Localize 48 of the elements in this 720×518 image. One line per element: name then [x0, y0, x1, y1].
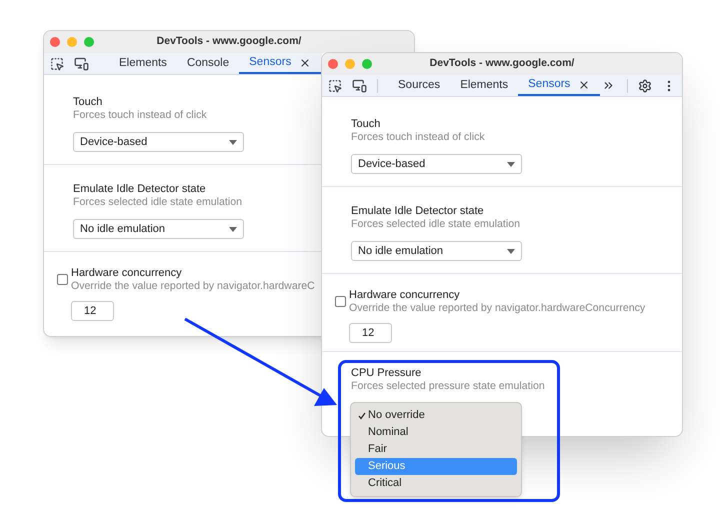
inspect-icon[interactable] [50, 56, 64, 70]
device-toolbar-icon[interactable] [74, 56, 89, 71]
menu-item[interactable]: No override [355, 407, 517, 424]
settings-icon[interactable] [638, 78, 652, 92]
section-title: Hardware concurrency [71, 267, 183, 280]
checkbox[interactable] [57, 274, 68, 285]
tab[interactable]: Sensors [528, 76, 570, 94]
number-field[interactable]: 12 [71, 301, 114, 321]
menu-item[interactable]: Fair [355, 441, 517, 458]
number-field[interactable]: 12 [349, 323, 392, 343]
checkmark-icon [358, 412, 366, 420]
tab[interactable]: Elements [119, 54, 167, 72]
section-title: CPU Pressure [351, 367, 422, 380]
section-title: Emulate Idle Detector state [351, 205, 485, 218]
section-description: Forces touch instead of click [73, 109, 207, 122]
close-window-button[interactable] [328, 59, 338, 69]
menu-item[interactable]: Critical [355, 475, 517, 492]
window-title: DevTools - www.google.com/ [156, 34, 302, 50]
section-description: Forces selected idle state emulation [351, 218, 520, 231]
select-dropdown[interactable]: No idle emulation [351, 241, 522, 261]
tab[interactable]: Sources [398, 76, 440, 94]
close-tab-icon[interactable] [578, 78, 590, 90]
dropdown-caret-icon [507, 162, 515, 166]
menu-item[interactable]: Nominal [355, 424, 517, 441]
select-dropdown[interactable]: Device-based [351, 154, 522, 174]
tab[interactable]: Elements [460, 76, 508, 94]
close-window-button[interactable] [50, 37, 60, 47]
window-title: DevTools - www.google.com/ [430, 56, 574, 72]
section-title: Touch [73, 96, 104, 109]
section-description: Override the value reported by navigator.hardwareC [71, 280, 315, 293]
select-dropdown[interactable]: Device-based [73, 132, 244, 152]
dropdown-caret-icon [229, 226, 237, 232]
select-dropdown[interactable]: No idle emulation [73, 219, 244, 239]
section-description: Override the value reported by navigator.hardwareConcurrency [349, 302, 646, 315]
tab[interactable]: Console [186, 54, 230, 72]
section-description: Forces touch instead of click [351, 131, 485, 144]
close-tab-icon[interactable] [299, 56, 312, 68]
dropdown-caret-icon [229, 140, 237, 144]
section-title: Hardware concurrency [349, 289, 461, 302]
device-toolbar-icon[interactable] [352, 78, 367, 93]
section-title: Emulate Idle Detector state [73, 183, 207, 196]
tab[interactable]: Sensors [249, 54, 292, 72]
section-description: Forces selected pressure state emulation [351, 380, 545, 393]
inspect-icon[interactable] [328, 78, 342, 92]
dropdown-caret-icon [507, 248, 515, 254]
section-title: Touch [351, 118, 382, 131]
section-description: Forces selected idle state emulation [73, 196, 242, 209]
checkbox[interactable] [335, 296, 346, 307]
